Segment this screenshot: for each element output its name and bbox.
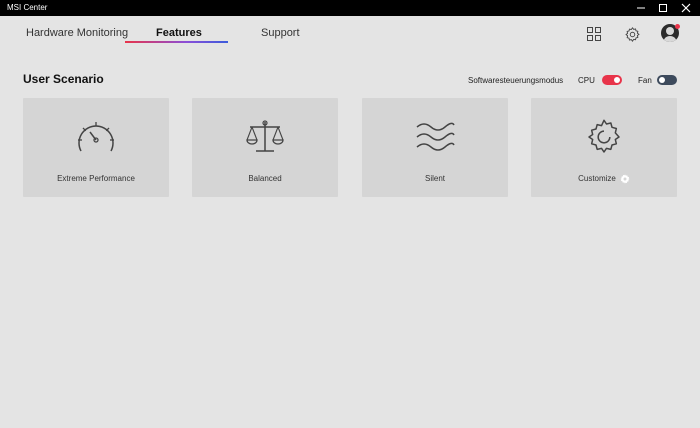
close-button[interactable]: [675, 0, 697, 16]
maximize-button[interactable]: [652, 0, 674, 16]
tab-support[interactable]: Support: [261, 26, 300, 40]
scale-icon: [246, 120, 284, 152]
gear-icon: [625, 26, 639, 42]
fan-label: Fan: [638, 76, 652, 85]
settings-button[interactable]: [622, 24, 642, 44]
cpu-toggle[interactable]: [602, 75, 622, 85]
gear-icon: [588, 119, 620, 153]
customize-label-row: Customize: [531, 174, 677, 184]
tab-features[interactable]: Features: [156, 26, 202, 40]
minimize-icon: [637, 7, 645, 9]
maximize-icon: [659, 4, 667, 12]
cpu-toggle-knob: [614, 77, 620, 83]
scenario-card-balanced[interactable]: Balanced: [192, 98, 338, 197]
fan-toggle[interactable]: [657, 75, 677, 85]
apps-grid-button[interactable]: [584, 24, 604, 44]
customize-settings-icon[interactable]: [620, 174, 630, 184]
tab-hardware-monitoring[interactable]: Hardware Monitoring: [26, 26, 128, 40]
notification-badge: [675, 24, 680, 29]
scenario-card-customize[interactable]: Customize: [531, 98, 677, 197]
close-icon: [681, 3, 691, 13]
scenario-label: Silent: [424, 174, 445, 183]
minimize-button[interactable]: [630, 0, 652, 16]
section-title: User Scenario: [23, 72, 104, 86]
speedometer-icon: [78, 122, 114, 152]
scenario-card-extreme-performance[interactable]: Extreme Performance: [23, 98, 169, 197]
avatar-head: [666, 27, 674, 35]
active-tab-indicator: [125, 41, 228, 43]
fan-toggle-knob: [659, 77, 665, 83]
scenario-label: Extreme Performance: [57, 174, 135, 183]
software-control-mode-label: Softwaresteuerungsmodus: [468, 76, 564, 85]
title-bar: MSI Center: [0, 0, 700, 16]
scenario-card-silent[interactable]: Silent: [362, 98, 508, 197]
scenario-label: Customize: [578, 174, 616, 183]
wave-icon: [416, 122, 455, 151]
grid-icon: [587, 27, 601, 41]
avatar-body: [663, 36, 677, 42]
cpu-label: CPU: [578, 76, 595, 85]
app-title: MSI Center: [7, 3, 48, 12]
scenario-label: Balanced: [248, 174, 282, 183]
